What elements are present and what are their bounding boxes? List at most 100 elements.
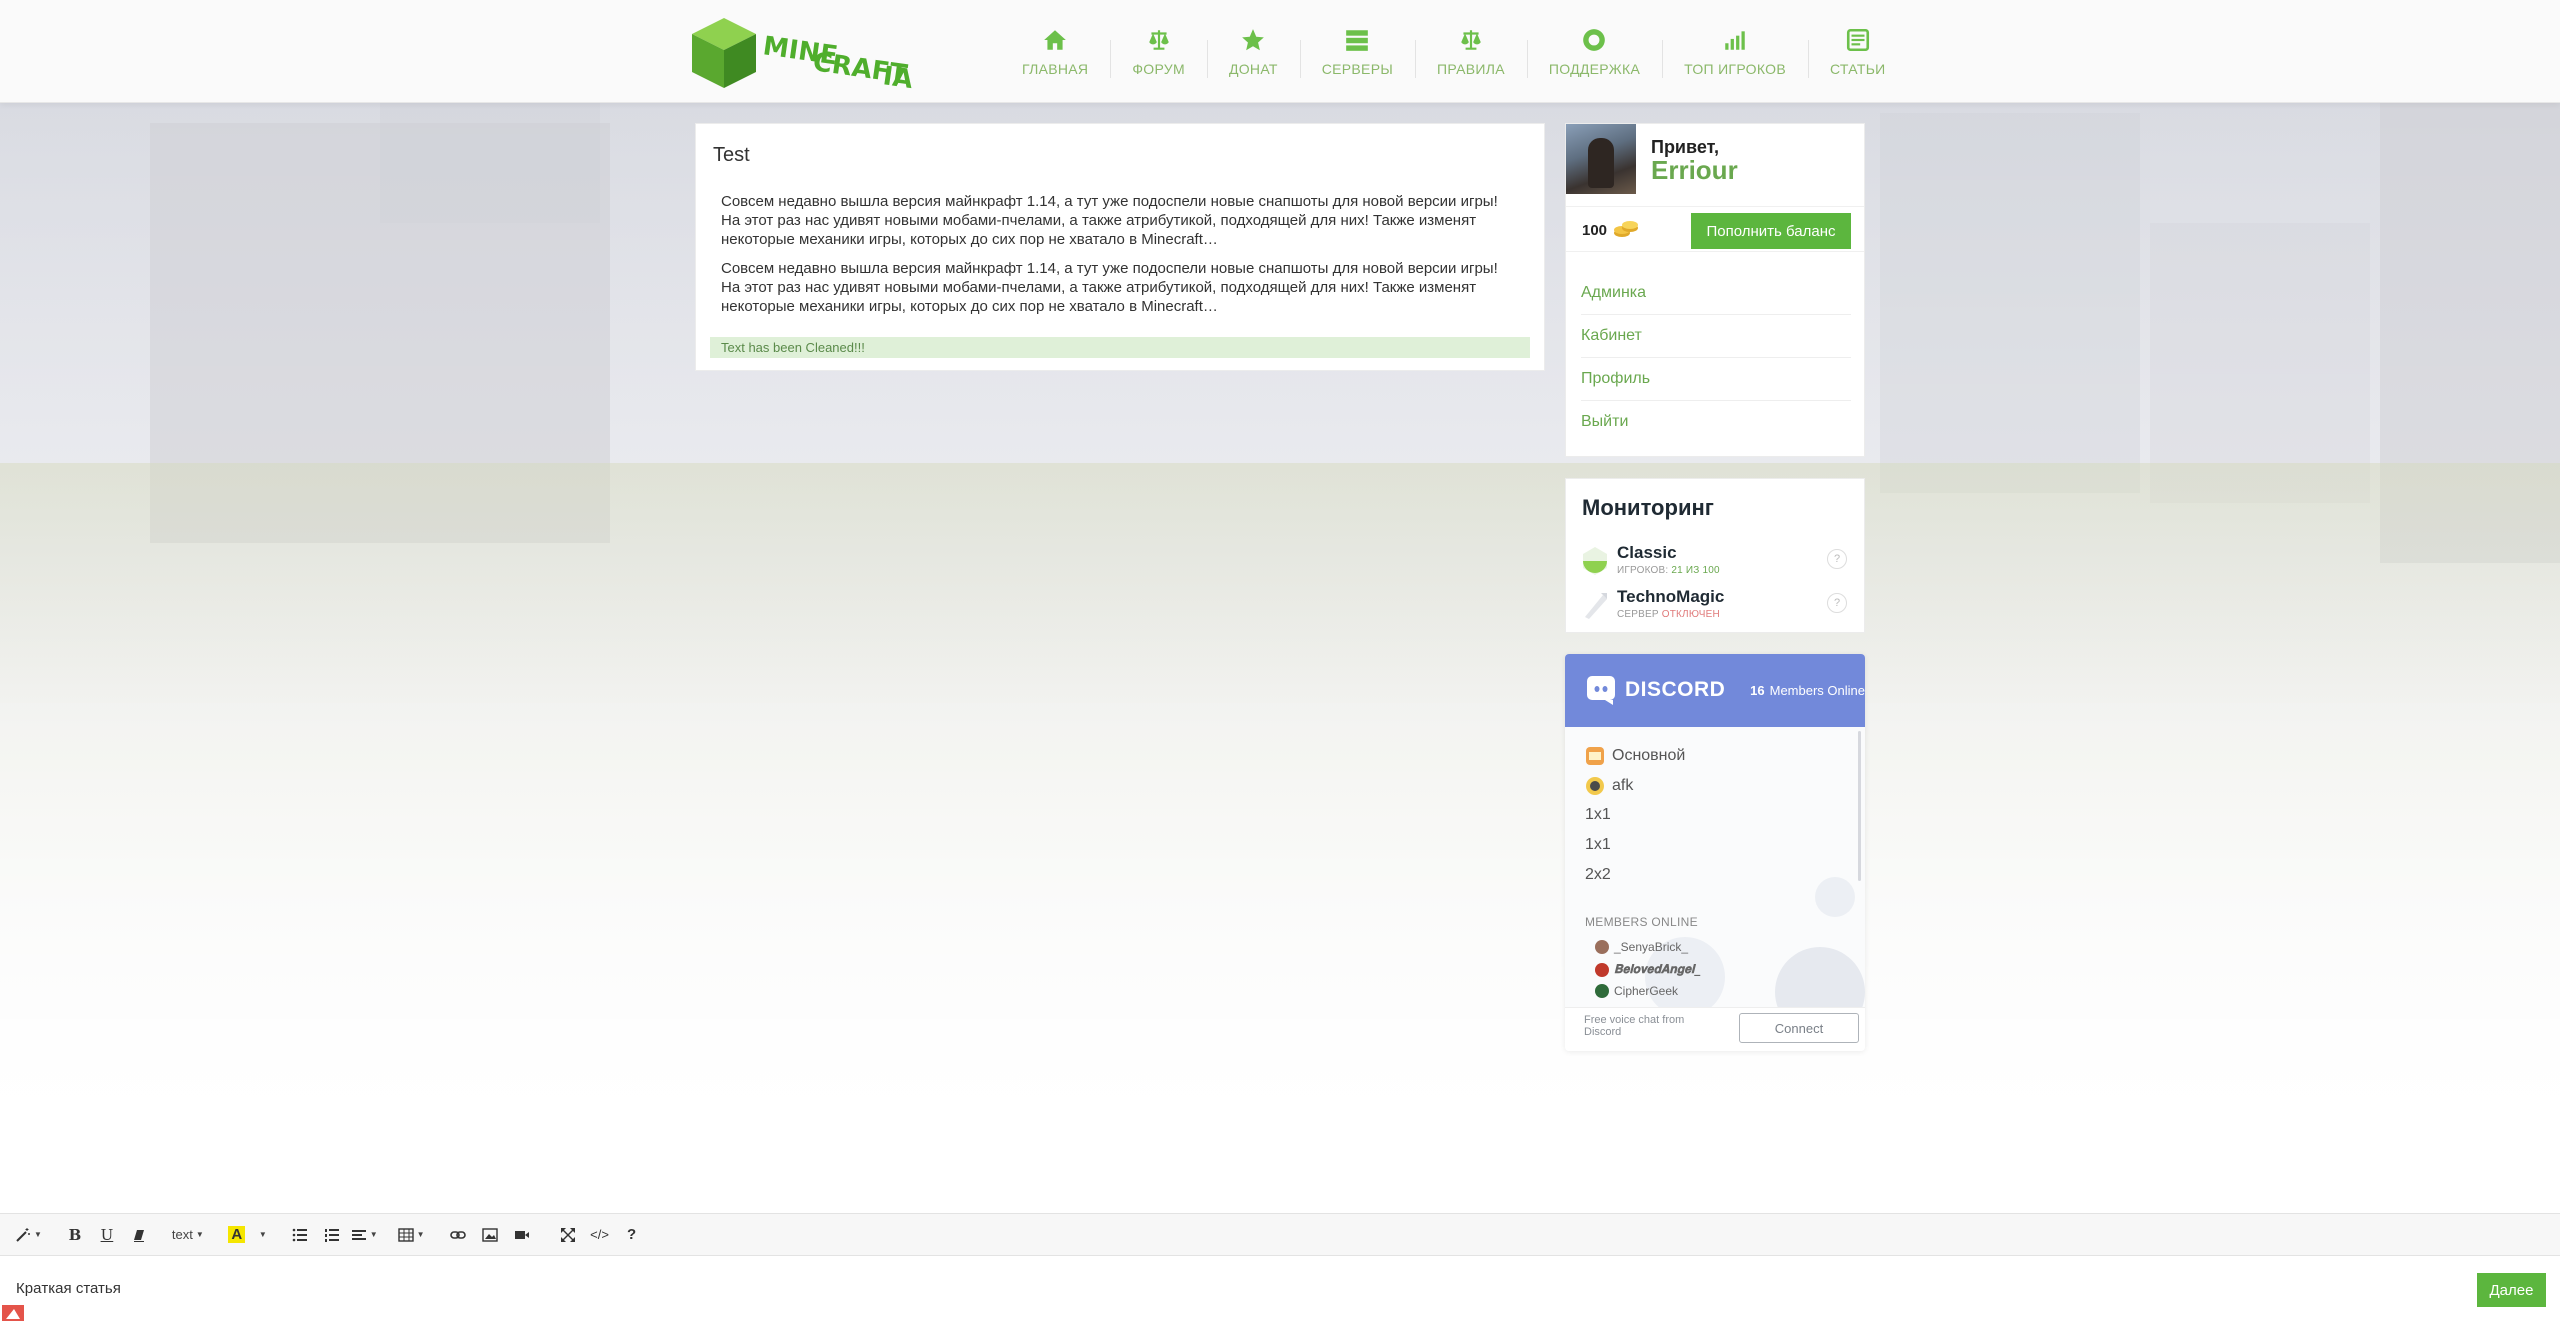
topup-balance-button[interactable]: Пополнить баланс: [1691, 213, 1851, 249]
next-button[interactable]: Далее: [2477, 1273, 2546, 1307]
user-panel: Привет, Erriour 100 Пополнить баланс Адм…: [1565, 123, 1865, 457]
discord-channel[interactable]: afk: [1585, 776, 1633, 796]
members-online-title: MEMBERS ONLINE: [1585, 915, 1698, 929]
bold-button[interactable]: B: [60, 1220, 90, 1250]
nav-rules[interactable]: ПРАВИЛА: [1415, 0, 1527, 103]
discord-scrollbar[interactable]: [1858, 731, 1861, 881]
nav-home[interactable]: ГЛАВНАЯ: [1000, 0, 1110, 103]
table-icon: [397, 1227, 414, 1242]
username[interactable]: Erriour: [1651, 155, 1738, 186]
question-icon: ?: [626, 1226, 637, 1243]
discord-member[interactable]: CipherGeek: [1595, 984, 1678, 998]
discord-footer-text: Free voice chat from Discord: [1584, 1014, 1685, 1038]
server-name: Classic: [1617, 543, 1677, 562]
discord-footer: Free voice chat from Discord Connect: [1565, 1007, 1865, 1051]
video-icon: [514, 1230, 529, 1239]
discord-header: DISCORD 16 Members Online: [1565, 654, 1865, 727]
balance-value: 100: [1582, 222, 1608, 239]
server-status: ИГРОКОВ: 21 ИЗ 100: [1617, 565, 1720, 576]
text-color-dropdown[interactable]: ▼: [254, 1220, 269, 1250]
channel-icon: [1586, 777, 1604, 795]
user-menu-profile[interactable]: Профиль: [1581, 358, 1851, 401]
scales-icon: [1461, 29, 1481, 50]
align-dropdown[interactable]: ▼: [349, 1220, 380, 1250]
editor-toolbar: ▼ B U text ▼ A ▼ ▼ ▼ </> ?: [0, 1213, 2560, 1256]
discord-member[interactable]: 𝐁𝐞𝐥𝐨𝐯𝐞𝐝𝐀𝐧𝐠𝐞𝐥_: [1595, 962, 1700, 977]
nav-label: ГЛАВНАЯ: [1022, 60, 1089, 77]
nav-label: СЕРВЕРЫ: [1321, 60, 1394, 77]
scales-icon: [1148, 29, 1169, 50]
user-menu-logout[interactable]: Выйти: [1581, 401, 1851, 444]
user-menu-cabinet[interactable]: Кабинет: [1581, 315, 1851, 358]
table-dropdown[interactable]: ▼: [396, 1220, 427, 1250]
style-magic-button[interactable]: ▼: [13, 1220, 44, 1250]
discord-channel[interactable]: Основной: [1585, 746, 1685, 766]
eraser-icon: [133, 1229, 144, 1242]
discord-member[interactable]: _SenyaBrick_: [1595, 940, 1688, 954]
discord-channel[interactable]: 1x1: [1585, 806, 1611, 824]
discord-channel[interactable]: 2x2: [1585, 866, 1611, 884]
discord-online-count: 16 Members Online: [1750, 683, 1865, 698]
help-button[interactable]: ?: [617, 1220, 647, 1250]
article-paragraph: Совсем недавно вышла версия майнкрафт 1.…: [721, 260, 1498, 315]
resize-handle-icon[interactable]: [0, 1301, 28, 1321]
server-row[interactable]: Classic ИГРОКОВ: 21 ИЗ 100 ?: [1581, 541, 1851, 581]
bulleted-list-button[interactable]: [285, 1220, 315, 1250]
server-offline-icon: [1585, 593, 1607, 619]
nav-label: ПОДДЕРЖКА: [1548, 60, 1641, 77]
user-menu-admin[interactable]: Админка: [1581, 272, 1851, 315]
numbered-list-button[interactable]: [317, 1220, 347, 1250]
fullscreen-button[interactable]: [553, 1220, 583, 1250]
insert-video-button[interactable]: [507, 1220, 537, 1250]
text-color-button[interactable]: A: [222, 1220, 252, 1250]
monitoring-panel: Мониторинг Classic ИГРОКОВ: 21 ИЗ 100 ? …: [1565, 478, 1865, 633]
text-color-icon: A: [228, 1226, 246, 1243]
editor-footer: Кpaткая статья Далее: [0, 1256, 2560, 1321]
nav-servers[interactable]: СЕРВЕРЫ: [1299, 0, 1415, 103]
cleaned-notice: Text has been Cleaned!!!: [710, 337, 1530, 358]
balance-row: 100 Пополнить баланс: [1566, 206, 1864, 252]
chart-icon: [1725, 30, 1745, 50]
nav-support[interactable]: ПОДДЕРЖКА: [1526, 0, 1662, 103]
star-icon: [1242, 28, 1265, 50]
nav-label: ФОРУМ: [1132, 60, 1185, 77]
nav-label: ТОП ИГРОКОВ: [1684, 60, 1786, 77]
clear-format-button[interactable]: [124, 1220, 154, 1250]
discord-icon: [1587, 676, 1615, 705]
nav-donate[interactable]: ДОНАТ: [1206, 0, 1300, 103]
nav-forum[interactable]: ФОРУМ: [1110, 0, 1207, 103]
nav-articles[interactable]: СТАТЬИ: [1807, 0, 1908, 103]
fullscreen-icon: [560, 1227, 575, 1242]
magic-wand-icon: [16, 1227, 30, 1242]
site-header: MINE CRAFT IA ГЛАВНАЯ ФОРУМ ДОНАТ СЕРВЕР…: [0, 0, 2560, 103]
underline-icon: U: [100, 1225, 114, 1244]
home-icon: [1044, 29, 1066, 50]
article-card: Test Совсем недавно вышла версия майнкра…: [695, 123, 1545, 371]
bold-icon: B: [68, 1225, 82, 1244]
nav-label: ДОНАТ: [1228, 60, 1278, 77]
font-size-dropdown[interactable]: text ▼: [170, 1220, 206, 1250]
site-logo[interactable]: MINE CRAFT IA: [692, 12, 932, 92]
channel-icon: [1586, 747, 1604, 765]
help-icon[interactable]: ?: [1827, 549, 1847, 569]
server-list-icon: [1346, 29, 1369, 51]
discord-connect-button[interactable]: Connect: [1739, 1013, 1859, 1043]
server-status: СЕРВЕР ОТКЛЮЧЕН: [1617, 609, 1720, 620]
server-row[interactable]: TechnoMagic СЕРВЕР ОТКЛЮЧЕН ?: [1581, 585, 1851, 625]
user-menu: Админка Кабинет Профиль Выйти: [1581, 272, 1851, 444]
article-title: Test: [713, 144, 750, 166]
article-icon: [1846, 28, 1869, 51]
insert-link-button[interactable]: [443, 1220, 473, 1250]
help-icon[interactable]: ?: [1827, 593, 1847, 613]
underline-button[interactable]: U: [92, 1220, 122, 1250]
insert-image-button[interactable]: [475, 1220, 505, 1250]
monitoring-title: Мониторинг: [1582, 495, 1714, 520]
image-icon: [481, 1227, 498, 1242]
nav-top-players[interactable]: ТОП ИГРОКОВ: [1662, 0, 1808, 103]
nav-label: ПРАВИЛА: [1437, 60, 1505, 77]
avatar[interactable]: [1566, 124, 1636, 194]
discord-channel[interactable]: 1x1: [1585, 836, 1611, 854]
logo-text-ia: IA: [881, 61, 915, 92]
member-avatar: [1595, 962, 1609, 977]
code-view-button[interactable]: </>: [585, 1220, 615, 1250]
